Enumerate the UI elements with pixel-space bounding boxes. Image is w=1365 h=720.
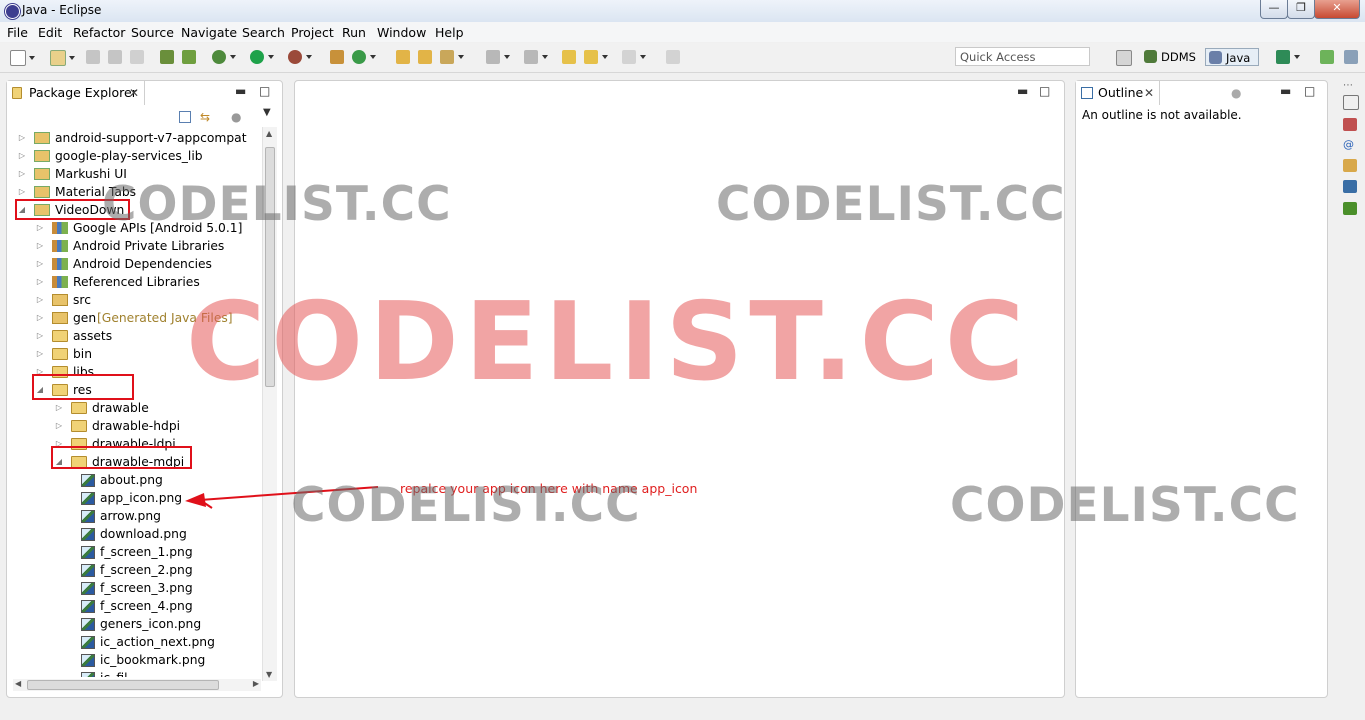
annotation-text: repalce your app icon here with name app…: [400, 481, 698, 496]
annotation-arrow: [185, 486, 379, 509]
